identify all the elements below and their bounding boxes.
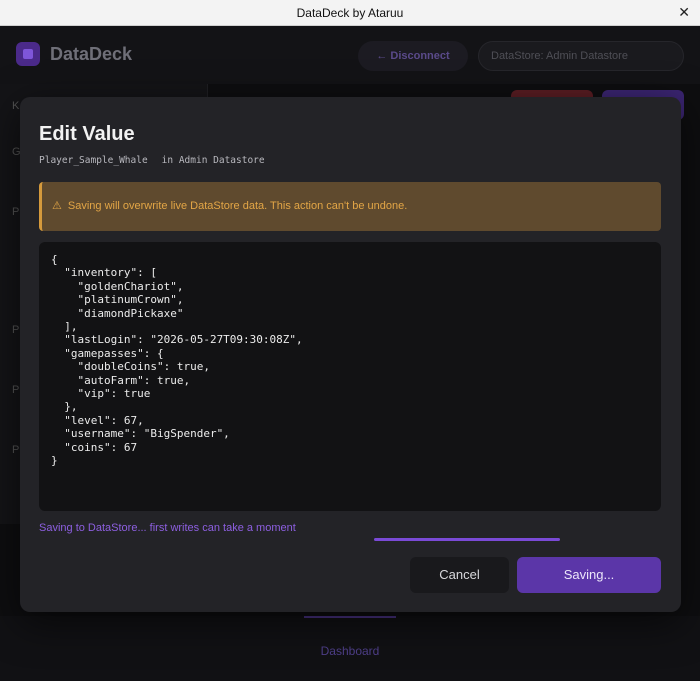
sidebar-key[interactable]: P (0, 444, 20, 494)
warning-banner: ⚠ Saving will overwrite live DataStore da… (39, 182, 661, 231)
brand-name: DataDeck (50, 44, 133, 64)
window-titlebar: DataDeck by Ataruu ✕ (0, 0, 700, 26)
window-title: DataDeck by Ataruu (296, 6, 404, 20)
sidebar-key[interactable]: G (0, 146, 21, 196)
sidebar-key[interactable]: K (0, 100, 20, 150)
save-button[interactable]: Saving... (517, 557, 661, 593)
modal-title: Edit Value (39, 123, 135, 145)
warning-icon: ⚠ (52, 200, 62, 212)
sidebar-key[interactable]: P (0, 384, 20, 434)
footer-active-indicator (304, 616, 396, 618)
saving-progress-bar (374, 538, 560, 541)
key-name: Player_Sample_Whale (39, 155, 148, 166)
top-bar: DataDeck ← Disconnect DataStore: Admin D… (0, 26, 700, 84)
sidebar-key[interactable]: P (0, 324, 20, 374)
sidebar-key[interactable]: P (0, 206, 20, 256)
disconnect-button[interactable]: ← Disconnect (358, 41, 468, 71)
edit-value-modal: Edit Value Player_Sample_Whale in Admin D… (20, 97, 681, 612)
logo-icon (16, 42, 40, 66)
nav-dashboard[interactable]: Dashboard (0, 644, 700, 658)
warning-text: Saving will overwrite live DataStore dat… (67, 200, 408, 212)
datastore-name: in Admin Datastore (161, 155, 265, 166)
close-icon[interactable]: ✕ (678, 4, 690, 21)
modal-subtitle: Player_Sample_Whale in Admin Datastore (39, 155, 265, 166)
cancel-button[interactable]: Cancel (410, 557, 509, 593)
datastore-selector[interactable]: DataStore: Admin Datastore (478, 41, 684, 71)
json-editor[interactable]: { "inventory": [ "goldenChariot", "plati… (39, 242, 661, 511)
json-textarea[interactable]: { "inventory": [ "goldenChariot", "plati… (51, 253, 649, 500)
saving-progress-fill (374, 538, 560, 541)
saving-status: Saving to DataStore... first writes can … (39, 522, 296, 534)
